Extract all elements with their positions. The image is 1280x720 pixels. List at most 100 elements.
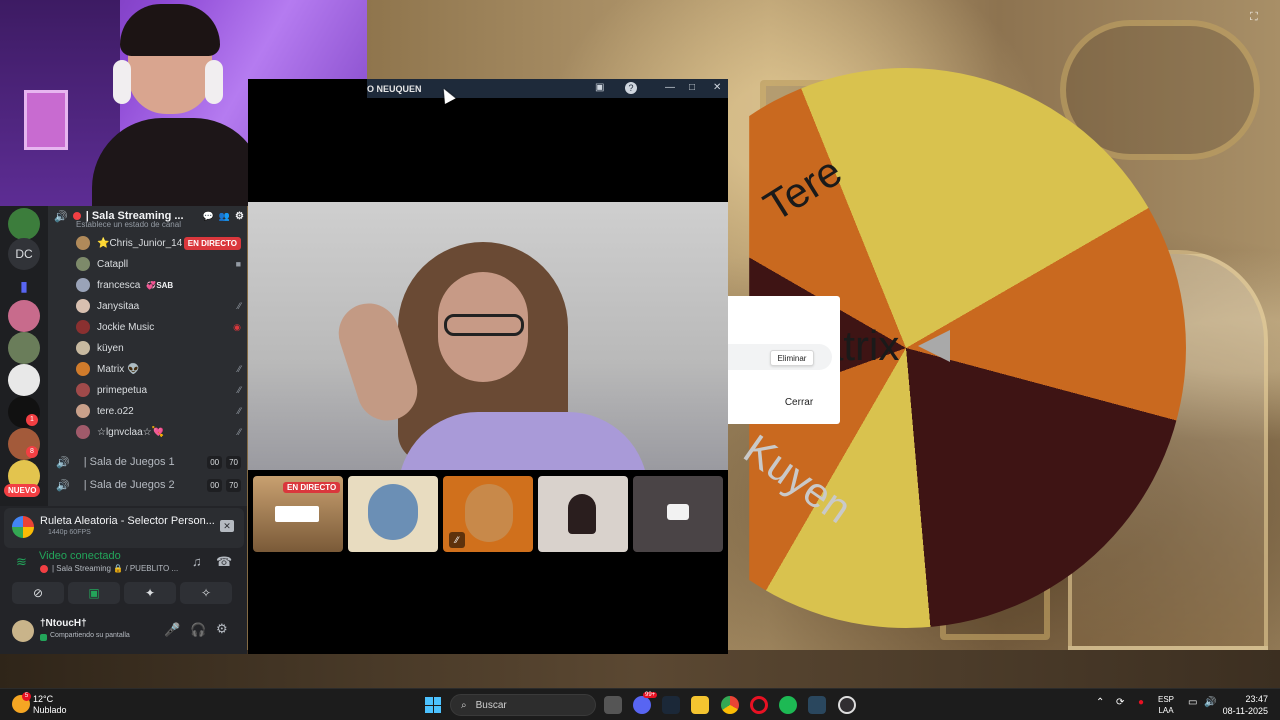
new-badge: NUEVO	[4, 484, 41, 497]
chrome-icon[interactable]	[721, 696, 739, 714]
steam-icon[interactable]	[662, 696, 680, 714]
display-icon[interactable]: ▭	[1188, 697, 1197, 708]
webcam-person-hair	[120, 4, 220, 56]
channel-list: 🔊 | Sala Streaming ... 💬 👥 ⚙ Establece u…	[48, 206, 247, 506]
server-icon[interactable]	[8, 332, 40, 364]
username: †NtoucH†	[40, 618, 87, 629]
fullscreen-icon[interactable]: ⛶	[1250, 11, 1258, 24]
disconnect-icon[interactable]: ☎	[216, 554, 232, 570]
folder-icon[interactable]: ▮	[8, 270, 40, 302]
participant-tile[interactable]	[348, 476, 438, 552]
obs-icon[interactable]	[838, 696, 856, 714]
member-row[interactable]: francesca 💞SAB	[76, 275, 241, 295]
windows-start-icon[interactable]	[425, 697, 441, 713]
participant-tile[interactable]	[538, 476, 628, 552]
headphone-right	[205, 60, 223, 104]
member-row[interactable]: ⭐Chris_Junior_14 EN DIRECTO	[76, 233, 241, 253]
avatar	[76, 320, 90, 334]
user-status: Compartiendo su pantalla	[50, 632, 130, 639]
participant-tile[interactable]	[633, 476, 723, 552]
microphone-icon[interactable]: 🎤	[164, 622, 180, 638]
headphones-icon[interactable]: 🎧	[190, 622, 206, 638]
room-name: | Sala de Juegos 2	[83, 479, 175, 491]
member-row[interactable]: Jockie Music ◉	[76, 317, 241, 337]
member-name: Matrix 👽	[97, 363, 140, 375]
search-icon: ⌕	[461, 699, 467, 711]
file-explorer-icon[interactable]	[691, 696, 709, 714]
member-name: Catapll	[97, 258, 129, 270]
participant-tile[interactable]: EN DIRECTO	[253, 476, 343, 552]
video-window-titlebar[interactable]: O NEUQUEN ▣ ? — □ ✕	[367, 79, 728, 98]
member-row[interactable]: primepetua ⁄⁄	[76, 380, 241, 400]
discord-icon[interactable]	[633, 696, 651, 714]
delete-button[interactable]: Eliminar	[770, 350, 814, 366]
voice-room[interactable]: 🔊 | Sala de Juegos 1 00 70	[56, 452, 241, 472]
avatar	[76, 383, 90, 397]
voice-channel-path[interactable]: | Sala Streaming 🔒 / PUEBLITO ...	[52, 564, 178, 573]
minimize-icon[interactable]: —	[665, 82, 675, 93]
server-icon[interactable]	[8, 300, 40, 332]
avatar	[76, 404, 90, 418]
clock[interactable]: 23:47 08-11-2025	[1222, 693, 1268, 717]
member-row[interactable]: ☆lgnvclaa☆💘 ⁄⁄	[76, 422, 241, 442]
language-indicator[interactable]: ESP LAA	[1158, 694, 1174, 716]
member-row[interactable]: tere.o22 ⁄⁄	[76, 401, 241, 421]
soundboard-icon[interactable]: ♫	[192, 554, 202, 569]
avatar	[76, 299, 90, 313]
camera-off-button[interactable]: ⊘	[12, 582, 64, 604]
member-row[interactable]: Catapll ■	[76, 254, 241, 274]
avatar[interactable]	[12, 620, 34, 642]
member-row[interactable]: Janysitaa ⁄⁄	[76, 296, 241, 316]
avatar	[465, 484, 513, 542]
chrome-icon	[12, 516, 34, 538]
volume-icon[interactable]: 🔊	[1204, 697, 1216, 708]
help-icon[interactable]: ?	[625, 82, 637, 94]
weather-badge: 5	[22, 692, 31, 701]
close-button[interactable]: Cerrar	[774, 390, 824, 414]
maximize-icon[interactable]: □	[689, 82, 695, 93]
avatar	[76, 425, 90, 439]
mic-muted-icon[interactable]: ●	[1138, 697, 1144, 708]
lang-code: ESP	[1158, 695, 1175, 704]
activities-button[interactable]: ✦	[124, 582, 176, 604]
sync-icon[interactable]: ⟳	[1116, 697, 1124, 708]
spotify-icon[interactable]	[779, 696, 797, 714]
activity-card[interactable]: Ruleta Aleatoria - Selector Person... 14…	[4, 508, 244, 548]
search-box[interactable]: ⌕ Buscar	[450, 694, 596, 716]
server-icon[interactable]	[8, 208, 40, 240]
weather-condition: Nublado	[33, 705, 67, 715]
settings-icon[interactable]: ⚙	[216, 621, 228, 637]
tray-chevron-icon[interactable]: ⌃	[1096, 697, 1104, 708]
popout-icon[interactable]: ▣	[595, 82, 604, 93]
steam-alt-icon[interactable]	[808, 696, 826, 714]
settings-icon[interactable]: ⚙	[235, 211, 244, 222]
avatar	[76, 362, 90, 376]
member-row[interactable]: küyen	[76, 338, 241, 358]
avatar	[368, 484, 418, 540]
member-name: Janysitaa	[97, 300, 140, 312]
palace-floor	[0, 650, 1280, 688]
room-name: | Sala de Juegos 1	[83, 456, 175, 468]
room-count: 00	[207, 455, 223, 469]
close-icon[interactable]: ✕	[713, 82, 721, 93]
avatar	[568, 494, 596, 534]
deafened-icon: ⁄⁄	[237, 406, 241, 416]
voice-connected-label: Video conectado	[39, 550, 121, 562]
task-view-icon[interactable]	[604, 696, 622, 714]
screen-share-button[interactable]: ▣	[68, 582, 120, 604]
member-row[interactable]: Matrix 👽 ⁄⁄	[76, 359, 241, 379]
voice-room[interactable]: 🔊 | Sala de Juegos 2 00 70	[56, 475, 241, 495]
channel-status[interactable]: Establece un estado de canal	[76, 220, 181, 229]
server-dc[interactable]: DC	[8, 238, 40, 270]
participant-tile[interactable]: ⁄⁄	[443, 476, 533, 552]
server-icon[interactable]	[8, 364, 40, 396]
opera-icon[interactable]	[750, 696, 768, 714]
main-video-feed[interactable]	[248, 202, 728, 470]
effects-button[interactable]: ✧	[180, 582, 232, 604]
signal-icon[interactable]: ≋	[16, 554, 27, 570]
chat-icon[interactable]: 💬	[203, 211, 214, 222]
add-member-icon[interactable]: 👥	[219, 211, 230, 222]
stop-stream-icon[interactable]: ✕	[220, 520, 234, 532]
discord-badge: 99+	[643, 692, 658, 698]
search-placeholder: Buscar	[475, 699, 507, 711]
